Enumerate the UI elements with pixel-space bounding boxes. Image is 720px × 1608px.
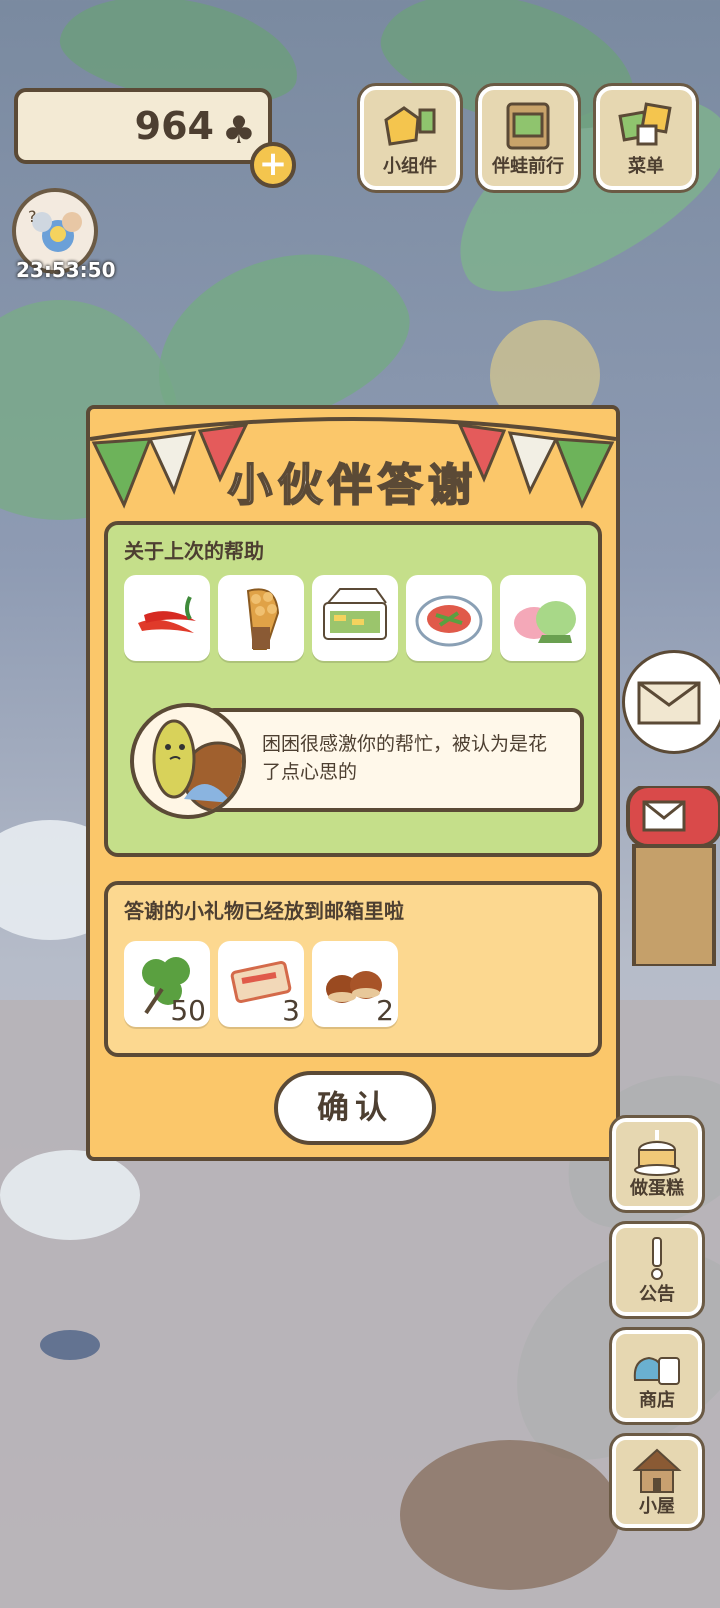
thanks-message-text: 困困很感激你的帮忙，被认为是花了点心思的	[262, 733, 548, 783]
help-panel: 关于上次的帮助 困困很感激你的帮忙，被认为是花了点心思的	[104, 521, 602, 857]
journey-icon	[506, 102, 550, 150]
make-cake-label: 做蛋糕	[630, 1178, 684, 1199]
egg-waffle-icon	[246, 588, 280, 650]
mochi-item[interactable]	[500, 575, 586, 661]
thanks-dialog: 小伙伴答谢 关于上次的帮助 困困很感激你的帮忙，被认为是花了点心思的 答谢的小礼…	[86, 405, 620, 1161]
snail-friend-icon	[152, 719, 242, 813]
bento-item[interactable]	[312, 575, 398, 661]
confirm-button[interactable]: 确认	[274, 1071, 436, 1145]
house-icon	[632, 1448, 682, 1493]
notice-icon	[651, 1237, 663, 1280]
help-section-title: 关于上次的帮助	[124, 539, 264, 563]
menu-button[interactable]: 菜单	[593, 83, 699, 193]
widget-button[interactable]: 小组件	[357, 83, 463, 193]
dialog-title: 小伙伴答谢	[227, 459, 478, 512]
add-clover-button[interactable]: +	[250, 142, 296, 188]
journey-button[interactable]: 伴蛙前行	[475, 83, 581, 193]
salad-item[interactable]	[406, 575, 492, 661]
chili-pepper-item[interactable]	[124, 575, 210, 661]
mailbox-icon[interactable]	[624, 786, 720, 966]
gift-ticket-count: 3	[282, 994, 300, 1027]
bento-box-icon	[323, 588, 387, 640]
chili-pepper-icon	[138, 596, 196, 633]
gift-chestnut[interactable]: 2	[312, 941, 398, 1027]
shop-button[interactable]: 商店	[609, 1327, 705, 1425]
gift-ticket[interactable]: 3	[218, 941, 304, 1027]
clover-counter: 964 ♣	[14, 88, 272, 164]
gift-section-title: 答谢的小礼物已经放到邮箱里啦	[124, 899, 404, 923]
menu-icon	[618, 102, 672, 146]
svg-text:?: ?	[28, 207, 37, 226]
envelope-icon	[637, 681, 701, 725]
thanks-message: 困困很感激你的帮忙，被认为是花了点心思的	[202, 708, 584, 812]
salad-plate-icon	[415, 595, 483, 647]
widget-icon	[384, 106, 436, 146]
house-button[interactable]: 小屋	[609, 1433, 705, 1531]
mochi-icon	[514, 601, 576, 643]
menu-label: 菜单	[628, 156, 664, 177]
make-cake-button[interactable]: 做蛋糕	[609, 1115, 705, 1213]
house-label: 小屋	[639, 1496, 675, 1517]
visit-timer: 23:53:50	[16, 258, 116, 282]
gift-panel: 答谢的小礼物已经放到邮箱里啦 50 3 2	[104, 881, 602, 1057]
gift-clover-count: 50	[170, 994, 206, 1027]
cake-icon	[634, 1130, 680, 1176]
clover-count: 964	[134, 104, 214, 148]
clover-icon: ♣	[221, 108, 256, 152]
friend-portrait	[130, 703, 246, 819]
shop-icon	[633, 1356, 680, 1385]
gift-clover[interactable]: 50	[124, 941, 210, 1027]
notice-label: 公告	[639, 1284, 675, 1305]
egg-waffle-item[interactable]	[218, 575, 304, 661]
notice-button[interactable]: 公告	[609, 1221, 705, 1319]
gift-chestnut-count: 2	[376, 994, 394, 1027]
shop-label: 商店	[639, 1390, 675, 1411]
widget-label: 小组件	[383, 156, 437, 177]
journey-label: 伴蛙前行	[492, 156, 564, 177]
letter-bubble[interactable]	[622, 650, 720, 754]
